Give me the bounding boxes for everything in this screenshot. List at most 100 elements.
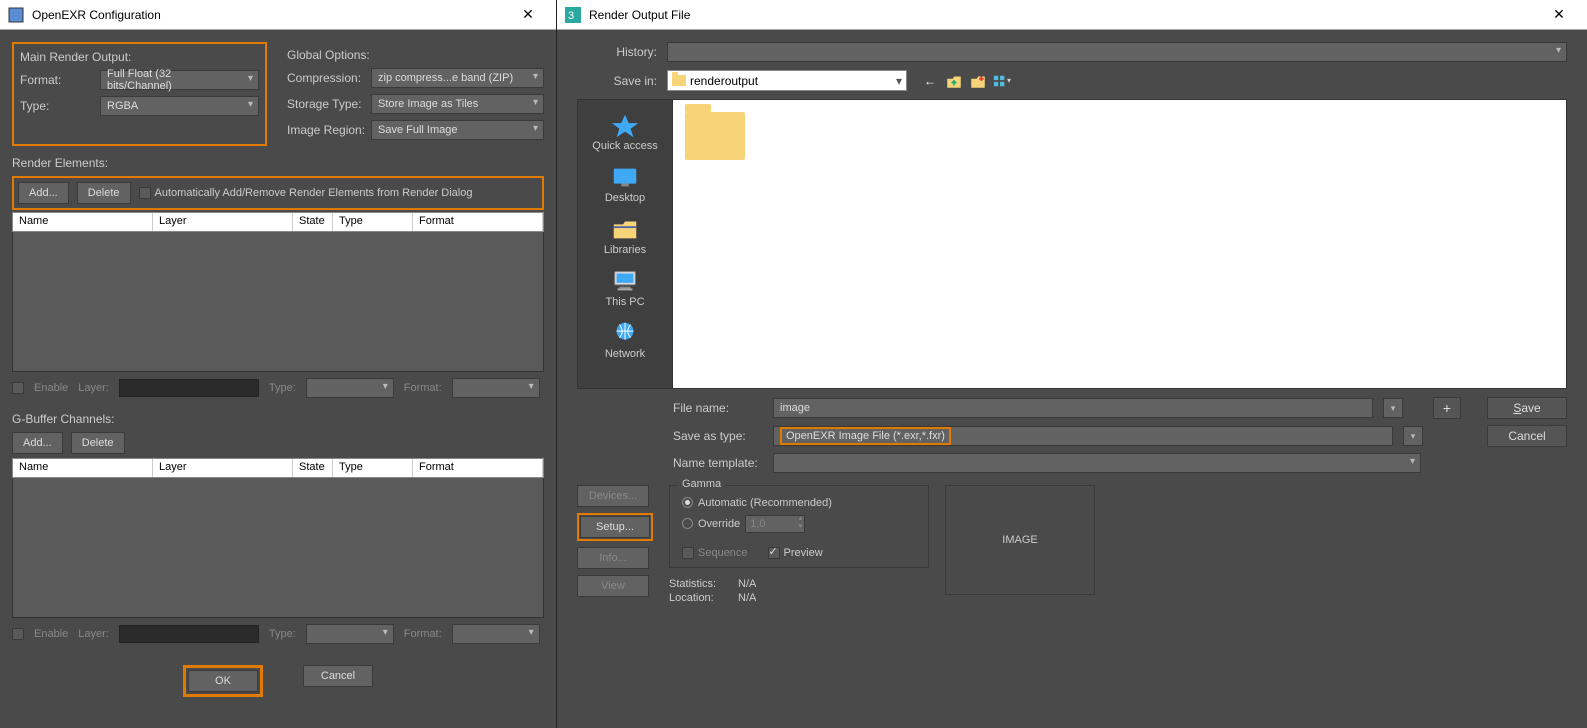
re-enable-label: Enable: [34, 382, 68, 394]
openexr-config-window: OpenEXR Configuration ✕ Main Render Outp…: [0, 0, 557, 728]
re-type-label: Type:: [269, 382, 296, 394]
folder-item[interactable]: [685, 112, 745, 160]
gb-col-state[interactable]: State: [293, 459, 333, 477]
region-dropdown[interactable]: Save Full Image: [371, 120, 544, 140]
add-filename-button[interactable]: +: [1433, 397, 1461, 419]
gb-col-name[interactable]: Name: [13, 459, 153, 477]
compression-dropdown[interactable]: zip compress...e band (ZIP): [371, 68, 544, 88]
titlebar-right: 3 Render Output File ✕: [557, 0, 1587, 30]
save-button[interactable]: SSaveave: [1487, 397, 1567, 419]
delete-gbuffer-button[interactable]: Delete: [71, 432, 125, 454]
re-layer-input[interactable]: [119, 379, 259, 397]
col-type[interactable]: Type: [333, 213, 413, 231]
gbuffer-header: Name Layer State Type Format: [12, 458, 544, 478]
place-network[interactable]: Network: [578, 316, 672, 364]
up-folder-icon[interactable]: [945, 72, 963, 90]
re-type-dropdown[interactable]: [306, 378, 394, 398]
add-render-element-button[interactable]: Add...: [18, 182, 69, 204]
gb-col-format[interactable]: Format: [413, 459, 543, 477]
region-label: Image Region:: [287, 123, 371, 137]
gb-type-label: Type:: [269, 628, 296, 640]
gb-col-layer[interactable]: Layer: [153, 459, 293, 477]
preview-checkbox-label[interactable]: Preview: [768, 547, 823, 559]
radio-icon: [682, 518, 693, 529]
folder-icon: [672, 75, 686, 86]
col-layer[interactable]: Layer: [153, 213, 293, 231]
saveas-label: Save as type:: [673, 429, 763, 443]
gamma-override-radio[interactable]: Override 1,0: [682, 515, 805, 533]
gbuffer-label: G-Buffer Channels:: [12, 412, 544, 426]
col-format[interactable]: Format: [413, 213, 543, 231]
add-gbuffer-button[interactable]: Add...: [12, 432, 63, 454]
gbuffer-options: Enable Layer: Type: Format:: [12, 618, 544, 650]
image-preview: IMAGE: [945, 485, 1095, 595]
gamma-label: Gamma: [678, 478, 725, 490]
cancel-button-left[interactable]: Cancel: [303, 665, 373, 687]
history-dropdown[interactable]: [667, 42, 1567, 62]
gb-layer-input[interactable]: [119, 625, 259, 643]
render-elements-options: Enable Layer: Type: Format:: [12, 372, 544, 404]
history-label: History:: [577, 45, 667, 59]
format-dropdown[interactable]: Full Float (32 bits/Channel): [100, 70, 259, 90]
ok-button[interactable]: OK: [188, 670, 258, 692]
gbuffer-list[interactable]: [12, 478, 544, 618]
sequence-checkbox-label[interactable]: Sequence: [682, 547, 748, 559]
preview-checkbox[interactable]: [768, 547, 780, 559]
location-label: Location:: [669, 592, 724, 604]
gb-enable-checkbox[interactable]: [12, 628, 24, 640]
savein-value: renderoutput: [690, 74, 892, 88]
gamma-auto-radio[interactable]: Automatic (Recommended): [682, 497, 832, 509]
re-enable-checkbox[interactable]: [12, 382, 24, 394]
back-icon[interactable]: ←: [921, 72, 939, 90]
view-menu-icon[interactable]: ▾: [993, 72, 1011, 90]
new-folder-icon[interactable]: [969, 72, 987, 90]
setup-button[interactable]: Setup...: [580, 516, 650, 538]
storage-label: Storage Type:: [287, 97, 371, 111]
main-render-output-group: Main Render Output: Format: Full Float (…: [12, 42, 267, 146]
savein-label: Save in:: [577, 74, 667, 88]
delete-render-element-button[interactable]: Delete: [77, 182, 131, 204]
saveas-dropdown[interactable]: OpenEXR Image File (*.exr,*.fxr): [773, 426, 1393, 446]
gb-col-type[interactable]: Type: [333, 459, 413, 477]
gamma-override-spinner[interactable]: 1,0: [745, 515, 805, 533]
gamma-group: Gamma Automatic (Recommended) Override 1…: [669, 485, 929, 568]
col-name[interactable]: Name: [13, 213, 153, 231]
place-desktop[interactable]: Desktop: [578, 160, 672, 208]
re-layer-label: Layer:: [78, 382, 109, 394]
view-button[interactable]: View: [577, 575, 649, 597]
col-state[interactable]: State: [293, 213, 333, 231]
auto-add-checkbox-label[interactable]: Automatically Add/Remove Render Elements…: [139, 187, 473, 199]
close-button-left[interactable]: ✕: [508, 6, 548, 23]
close-button-right[interactable]: ✕: [1539, 6, 1579, 23]
chevron-down-icon: ▾: [896, 74, 902, 88]
place-libraries[interactable]: Libraries: [578, 212, 672, 260]
radio-icon: [682, 497, 693, 508]
render-elements-list[interactable]: [12, 232, 544, 372]
type-dropdown[interactable]: RGBA: [100, 96, 259, 116]
compression-label: Compression:: [287, 71, 371, 85]
sequence-checkbox[interactable]: [682, 547, 694, 559]
saveas-dropdown-arrow[interactable]: ▾: [1403, 426, 1423, 446]
cancel-button-right[interactable]: Cancel: [1487, 425, 1567, 447]
render-output-window: 3 Render Output File ✕ History: Save in:…: [557, 0, 1587, 728]
place-this-pc[interactable]: This PC: [578, 264, 672, 312]
savein-dropdown[interactable]: renderoutput ▾: [667, 70, 907, 91]
info-button[interactable]: Info...: [577, 547, 649, 569]
gb-format-dropdown[interactable]: [452, 624, 540, 644]
global-options-group: Global Options: Compression: zip compres…: [287, 42, 544, 146]
file-list[interactable]: [673, 99, 1567, 389]
app-icon: [8, 7, 24, 23]
devices-button[interactable]: Devices...: [577, 485, 649, 507]
nametemplate-dropdown[interactable]: [773, 453, 1421, 473]
auto-add-checkbox[interactable]: [139, 187, 151, 199]
filename-history-dropdown[interactable]: ▾: [1383, 398, 1403, 418]
setup-highlight: Setup...: [577, 513, 653, 541]
auto-add-text: Automatically Add/Remove Render Elements…: [155, 187, 473, 199]
gb-type-dropdown[interactable]: [306, 624, 394, 644]
re-format-dropdown[interactable]: [452, 378, 540, 398]
window-title-left: OpenEXR Configuration: [32, 8, 508, 22]
filename-label: File name:: [673, 401, 763, 415]
filename-input[interactable]: image: [773, 398, 1373, 418]
storage-dropdown[interactable]: Store Image as Tiles: [371, 94, 544, 114]
place-quick-access[interactable]: Quick access: [578, 108, 672, 156]
